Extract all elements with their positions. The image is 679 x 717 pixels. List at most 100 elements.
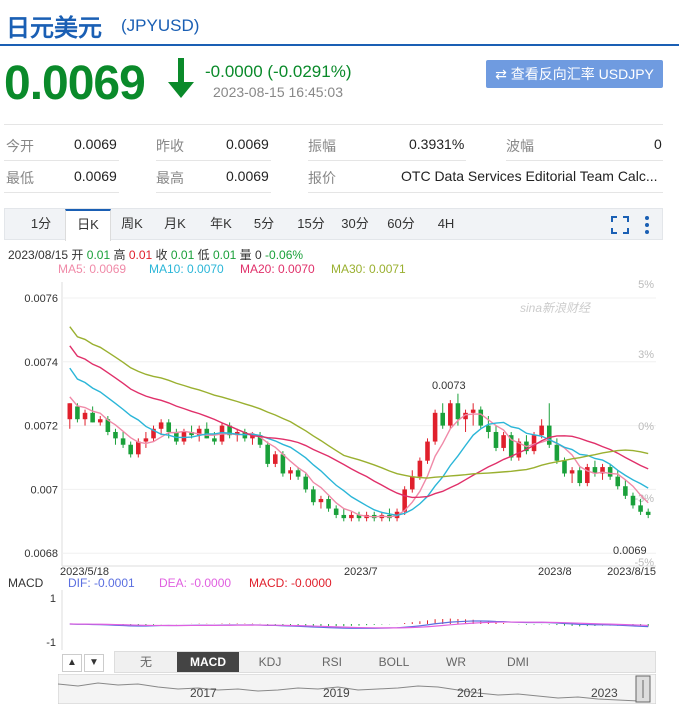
quote-label: 振幅: [308, 138, 336, 154]
candle-body: [166, 422, 172, 432]
candle-body: [288, 470, 293, 474]
quote-value: 0.0069: [226, 136, 269, 152]
ohlc-open: 0.01: [86, 248, 111, 262]
reverse-rate-label: 查看反向汇率 USDJPY: [510, 66, 654, 82]
ohlc-pct: -0.06%: [265, 248, 304, 262]
macd-title: MACD: [8, 576, 44, 590]
ma30-legend: MA30: 0.0071: [331, 262, 406, 276]
scroll-up-button[interactable]: ▲: [62, 654, 82, 672]
candle-body: [120, 438, 126, 445]
y-right-tick-label: 0%: [638, 421, 654, 433]
period-tabbar: 1分 日K 周K 月K 年K 5分 15分 30分 60分 4H: [4, 208, 663, 241]
ma10-legend: MA10: 0.0070: [149, 262, 224, 276]
ohlc-low: 0.01: [212, 248, 237, 262]
candle-body: [455, 403, 461, 420]
currency-name: 日元美元: [6, 15, 102, 42]
tab-15min[interactable]: 15分: [291, 209, 331, 239]
tab-4h[interactable]: 4H: [429, 209, 463, 239]
candle-body: [136, 441, 141, 455]
candle-body: [425, 441, 430, 461]
candle-body: [143, 438, 149, 442]
dif-legend: DIF: -0.0001: [68, 576, 135, 590]
indicator-wr[interactable]: WR: [425, 652, 487, 672]
max-annotation: 0.0073: [432, 380, 466, 392]
candle-body: [265, 444, 270, 464]
overview-year: 2019: [323, 686, 350, 700]
watermark: sina新浪财经: [520, 301, 592, 315]
quote-label: 今开: [6, 138, 34, 154]
indicator-boll[interactable]: BOLL: [363, 652, 425, 672]
ohlc-vol: 0: [255, 248, 262, 262]
overview-navigator[interactable]: [58, 674, 656, 704]
candle-body: [409, 476, 415, 490]
candle-body: [630, 495, 636, 506]
candle-body: [546, 425, 552, 445]
y-right-tick-label: 3%: [638, 349, 654, 361]
macd-chart[interactable]: 1 -1: [0, 590, 679, 650]
macd-tick-label: 1: [50, 593, 56, 605]
candle-body: [562, 460, 567, 474]
more-menu-icon[interactable]: [643, 215, 651, 235]
reverse-rate-button[interactable]: ⇄ 查看反向汇率 USDJPY: [486, 60, 663, 88]
indicator-macd[interactable]: MACD: [177, 652, 239, 672]
candle-body: [501, 435, 506, 448]
tab-daily-k[interactable]: 日K: [65, 209, 111, 241]
candle-body: [623, 486, 628, 496]
quote-label: 最高: [156, 170, 184, 186]
tab-weekly-k[interactable]: 周K: [113, 209, 151, 239]
candle-body: [75, 406, 80, 420]
candle-body: [638, 505, 643, 512]
tab-1min[interactable]: 1分: [23, 209, 59, 239]
indicator-rsi[interactable]: RSI: [301, 652, 363, 672]
quote-value: OTC Data Services Editorial Team Calc...: [401, 168, 658, 184]
indicator-kdj[interactable]: KDJ: [239, 652, 301, 672]
quote-value: 0.0069: [226, 168, 269, 184]
last-annotation: 0.0069: [613, 545, 647, 557]
candle-body: [493, 431, 499, 448]
ma30-line: [69, 326, 649, 479]
candle-body: [539, 425, 544, 436]
dea-legend: DEA: -0.0000: [159, 576, 232, 590]
y-tick-label: 0.0072: [24, 421, 58, 433]
price-change: -0.0000 (-0.0291%): [205, 62, 352, 81]
macd-tick-label: -1: [46, 637, 56, 649]
ma5-line: [69, 396, 649, 518]
candle-body: [311, 489, 316, 503]
ma5-legend: MA5: 0.0069: [58, 262, 127, 276]
tab-30min[interactable]: 30分: [335, 209, 375, 239]
ma20-line: [69, 345, 649, 499]
scroll-down-button[interactable]: ▼: [84, 654, 104, 672]
indicator-none[interactable]: 无: [115, 652, 177, 672]
candlestick-chart[interactable]: 0.00760.00740.00720.0070.00685%3%0%-3%-5…: [0, 276, 679, 576]
ohlc-close-label: 收: [155, 248, 168, 262]
ma10-line: [69, 367, 649, 516]
candle-body: [569, 470, 575, 474]
x-tick-label: 2023/5/18: [60, 566, 109, 576]
tab-yearly-k[interactable]: 年K: [201, 209, 241, 239]
candle-body: [470, 409, 476, 413]
fullscreen-icon[interactable]: [611, 216, 629, 234]
candle-body: [341, 514, 347, 519]
candle-body: [448, 403, 453, 426]
tab-monthly-k[interactable]: 月K: [155, 209, 195, 239]
quote-value: 0.0069: [74, 136, 117, 152]
indicator-dmi[interactable]: DMI: [487, 652, 549, 672]
ohlc-date: 2023/08/15: [8, 248, 69, 262]
quote-label: 报价: [308, 170, 336, 186]
candle-body: [478, 409, 484, 426]
ohlc-close: 0.01: [170, 248, 195, 262]
quote-value: 0: [654, 136, 662, 152]
candle-body: [295, 470, 301, 477]
candle-body: [432, 412, 438, 442]
y-tick-label: 0.0074: [24, 357, 58, 369]
y-tick-label: 0.0076: [24, 293, 58, 305]
tab-60min[interactable]: 60分: [381, 209, 421, 239]
ma20-legend: MA20: 0.0070: [240, 262, 315, 276]
candle-body: [212, 438, 217, 442]
tab-5min[interactable]: 5分: [247, 209, 281, 239]
current-price: 0.0069: [4, 57, 146, 110]
ohlc-high: 0.01: [128, 248, 153, 262]
ohlc-info: 2023/08/15 开 0.01 高 0.01 收 0.01 低 0.01 量…: [8, 246, 303, 263]
candle-body: [273, 454, 278, 464]
candle-body: [486, 425, 491, 432]
